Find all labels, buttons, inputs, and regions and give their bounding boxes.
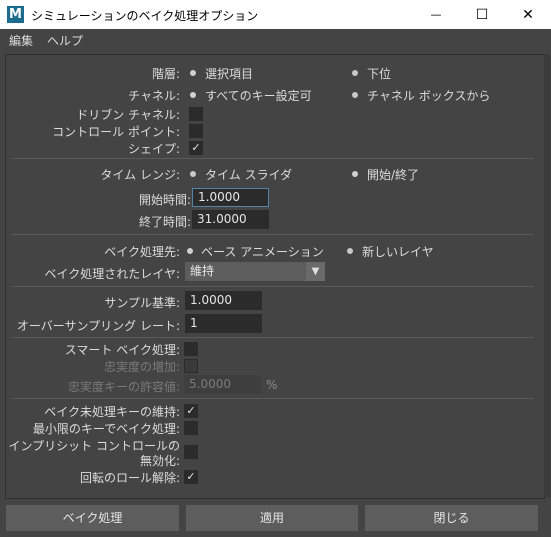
end-time-field[interactable]: 31.0000 [192,210,269,229]
sparse-curve-bake-label: 最小限のキーでベイク処理: [32,422,180,436]
oversampling-label: オーバーサンプリング レート: [16,319,180,333]
checkmark-icon: ✓ [186,404,196,417]
unroll-rotation-label: 回転のロール解除: [79,471,180,485]
hierarchy-below-radio[interactable] [352,70,358,76]
maya-app-icon: M [7,6,24,23]
control-points-label: コントロール ポイント: [52,125,180,139]
driven-channels-label: ドリブン チャネル: [76,108,180,122]
menu-edit[interactable]: 編集 [9,32,33,49]
bake-to-label: ベイク処理先: [104,245,180,259]
disable-implicit-control-checkbox[interactable] [184,445,198,459]
shapes-label: シェイプ: [127,142,180,156]
channels-all-keyable-radio[interactable] [190,92,196,98]
channels-all-keyable-label[interactable]: すべてのキー設定可 [205,87,312,104]
maximize-icon: ☐ [475,6,489,23]
disable-implicit-label-line2: 無効化: [139,454,180,468]
maximize-button[interactable]: ☐ [459,0,505,29]
base-animation-label[interactable]: ベース アニメーション [201,243,324,260]
fidelity-tolerance-label: 忠実度キーの許容値: [67,380,180,394]
sparse-curve-bake-checkbox[interactable] [184,421,198,435]
chevron-down-icon[interactable]: ▼ [306,262,325,281]
separator [12,286,534,287]
start-end-label[interactable]: 開始/終了 [367,166,419,183]
close-button[interactable]: 閉じる [365,505,538,531]
increase-fidelity-label: 忠実度の増加: [103,360,180,374]
close-window-button[interactable]: ✕ [505,0,551,29]
keep-unbaked-keys-label: ベイク未処理キーの維持: [44,405,180,419]
sample-by-label: サンプル基準: [104,296,180,310]
baked-layers-dropdown[interactable]: 維持 [185,262,306,281]
minimize-icon: — [430,8,442,21]
end-time-label: 終了時間: [138,215,191,229]
close-icon: ✕ [522,6,534,23]
time-slider-label[interactable]: タイム スライダ [205,166,292,183]
menubar: 編集 ヘルプ [0,29,551,50]
sample-by-field[interactable]: 1.0000 [185,291,262,310]
oversampling-field[interactable]: 1 [185,314,262,333]
start-time-field[interactable]: 1.0000 [192,188,269,207]
time-range-label: タイム レンジ: [100,168,180,182]
fidelity-tolerance-field[interactable]: 5.0000 [184,375,261,394]
increase-fidelity-checkbox[interactable] [184,359,198,373]
checkmark-icon: ✓ [191,141,201,154]
new-layer-label[interactable]: 新しいレイヤ [362,243,434,260]
start-end-radio[interactable] [352,171,358,177]
minimize-button[interactable]: — [413,0,459,29]
channels-from-box-label[interactable]: チャネル ボックスから [367,87,490,104]
unroll-rotation-checkbox[interactable]: ✓ [184,470,198,484]
hierarchy-label: 階層: [151,67,180,81]
window-title: シミュレーションのベイク処理オプション [31,9,259,23]
new-layer-radio[interactable] [347,248,353,254]
percent-unit: % [266,378,278,392]
separator [12,337,534,338]
apply-button[interactable]: 適用 [186,505,358,531]
hierarchy-selected-radio[interactable] [190,70,196,76]
control-points-checkbox[interactable] [189,124,203,138]
scrollbar[interactable] [544,54,550,497]
start-time-label: 開始時間: [138,193,191,207]
hierarchy-selected-label[interactable]: 選択項目 [205,65,253,82]
time-slider-radio[interactable] [190,171,196,177]
channels-label: チャネル: [128,89,180,103]
title-bar: M シミュレーションのベイク処理オプション — ☐ ✕ [0,0,551,29]
shapes-checkbox[interactable]: ✓ [189,141,203,155]
channels-from-box-radio[interactable] [352,92,358,98]
separator [12,234,534,235]
bake-button[interactable]: ベイク処理 [6,505,179,531]
smart-bake-checkbox[interactable] [184,342,198,356]
smart-bake-label: スマート ベイク処理: [64,343,180,357]
hierarchy-below-label[interactable]: 下位 [367,65,391,82]
separator [12,398,534,399]
checkmark-icon: ✓ [186,470,196,483]
menu-help[interactable]: ヘルプ [47,32,83,49]
base-animation-radio[interactable] [187,248,193,254]
keep-unbaked-keys-checkbox[interactable]: ✓ [184,404,198,418]
separator [12,158,534,159]
driven-channels-checkbox[interactable] [189,107,203,121]
baked-layers-label: ベイク処理されたレイヤ: [44,267,180,281]
